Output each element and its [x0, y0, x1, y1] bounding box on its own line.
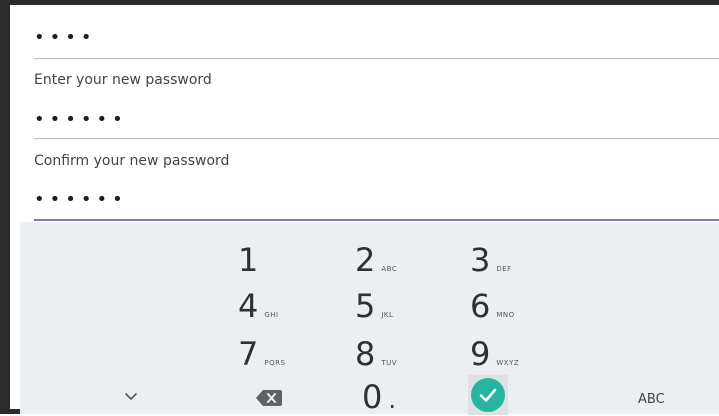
- key-2[interactable]: 2 ABC: [355, 244, 397, 276]
- confirm-password-label: Confirm your new password: [34, 153, 230, 169]
- key-0[interactable]: 0 .: [362, 381, 396, 416]
- key-digit: 1: [238, 241, 259, 279]
- key-digit: 5: [355, 287, 376, 325]
- key-letters: MNO: [496, 311, 515, 319]
- key-digit: 7: [238, 335, 259, 373]
- key-digit: 4: [238, 287, 259, 325]
- key-letters: WXYZ: [496, 359, 520, 367]
- key-digit: 9: [470, 335, 491, 373]
- key-9[interactable]: 9 WXYZ: [470, 338, 519, 370]
- app-window: •••• Enter your new password •••••• Conf…: [0, 0, 719, 416]
- current-password-underline: [34, 58, 719, 59]
- new-password-field[interactable]: ••••••: [34, 110, 128, 130]
- key-digit: 0: [362, 378, 383, 416]
- chevron-down-icon: [125, 393, 137, 400]
- confirm-password-field[interactable]: ••••••: [34, 190, 128, 210]
- key-7[interactable]: 7 PQRS: [238, 338, 285, 370]
- collapse-keyboard-button[interactable]: [120, 389, 142, 405]
- confirm-password-underline: [34, 219, 719, 221]
- key-digit: 3: [470, 241, 491, 279]
- key-letters: DEF: [496, 265, 512, 273]
- key-digit: 6: [470, 287, 491, 325]
- key-5[interactable]: 5 JKL: [355, 290, 393, 322]
- key-6[interactable]: 6 MNO: [470, 290, 515, 322]
- key-dot[interactable]: .: [388, 384, 396, 416]
- key-4[interactable]: 4 GHI: [238, 290, 279, 322]
- new-password-underline: [34, 138, 719, 139]
- key-8[interactable]: 8 TUV: [355, 338, 397, 370]
- backspace-icon: [256, 390, 282, 406]
- checkmark-icon: [479, 388, 497, 402]
- password-form: •••• Enter your new password •••••• Conf…: [20, 10, 719, 222]
- key-letters: TUV: [381, 359, 398, 367]
- key-letters: ABC: [381, 265, 398, 273]
- key-digit: 8: [355, 335, 376, 373]
- key-digit: 2: [355, 241, 376, 279]
- key-letters: JKL: [381, 311, 394, 319]
- key-3[interactable]: 3 DEF: [470, 244, 512, 276]
- key-letters: GHI: [264, 311, 279, 319]
- done-circle: [471, 378, 505, 412]
- key-letters: PQRS: [264, 359, 286, 367]
- abc-mode-button[interactable]: ABC: [638, 392, 665, 407]
- backspace-button[interactable]: [255, 388, 283, 408]
- done-button[interactable]: [468, 375, 508, 415]
- key-1[interactable]: 1: [238, 244, 264, 276]
- new-password-label: Enter your new password: [34, 72, 212, 88]
- current-password-field[interactable]: ••••: [34, 28, 96, 48]
